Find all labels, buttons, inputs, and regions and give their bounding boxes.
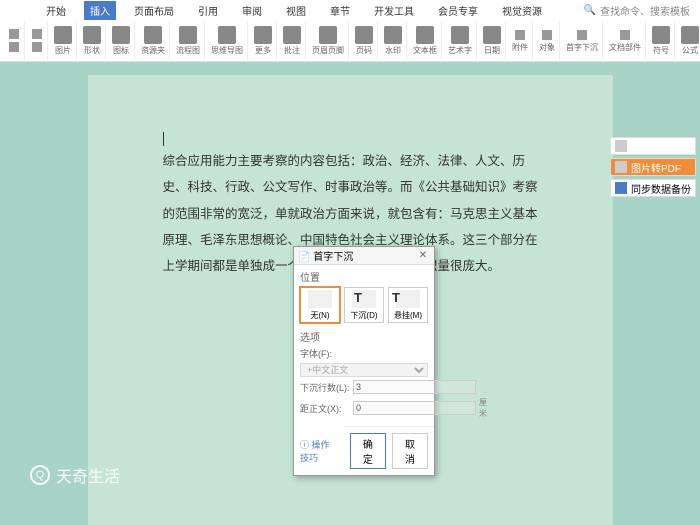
tab-dev[interactable]: 开发工具 [368,1,420,20]
tab-insert[interactable]: 插入 [84,1,116,20]
sync-icon [615,182,627,194]
ribbon-cut[interactable] [4,22,25,60]
document-canvas: 综合应用能力主要考察的内容包括：政治、经济、法律、人文、历史、科技、行政、公文写… [0,62,700,525]
ribbon-wordart[interactable]: 艺术字 [444,22,477,60]
ribbon-shape[interactable]: 形状 [79,22,106,60]
cancel-button[interactable]: 取消 [392,433,428,469]
side-panel: 图片转PDF 同步数据备份 [610,137,696,197]
sidepanel-label: 同步数据备份 [631,181,691,196]
tab-start[interactable]: 开始 [40,1,72,20]
dialog-title: 首字下沉 [313,252,353,263]
ribbon-comment[interactable]: 批注 [279,22,306,60]
ribbon-object[interactable]: 对象 [535,22,560,60]
ribbon-docparts[interactable]: 文档部件 [605,22,646,60]
options-section-label: 选项 [300,329,428,344]
ribbon-textbox[interactable]: 文本框 [409,22,442,60]
close-button[interactable]: ✕ [416,249,430,263]
ok-button[interactable]: 确定 [350,433,386,469]
ribbon-symbol[interactable]: 符号 [648,22,675,60]
dialog-titlebar[interactable]: 📄 首字下沉 ✕ [294,247,434,265]
ribbon-picture[interactable]: 图片 [50,22,77,60]
distance-unit: 厘米 [479,397,487,419]
ribbon-dropcap[interactable]: 首字下沉 [562,22,603,60]
text-cursor [163,132,164,146]
dropcap-dialog: 📄 首字下沉 ✕ 位置 无(N) T 下沉(D) T 悬挂(M) 选项 [293,246,435,476]
margin-icon: T [396,290,420,308]
sidepanel-label: 图片转PDF [631,160,681,175]
option-none[interactable]: 无(N) [300,287,340,323]
ribbon-icon[interactable]: 图标 [108,22,135,60]
tab-layout[interactable]: 页面布局 [128,1,180,20]
sidepanel-sync[interactable]: 同步数据备份 [610,179,696,197]
tab-view[interactable]: 视图 [280,1,312,20]
ribbon-headerfooter[interactable]: 页眉页脚 [308,22,349,60]
none-icon [308,290,332,308]
lines-input[interactable] [353,380,476,394]
option-dropped[interactable]: T 下沉(D) [344,287,384,323]
watermark-text: 天奇生活 [56,463,120,487]
ribbon-mindmap[interactable]: 思维导图 [207,22,248,60]
ribbon-date[interactable]: 日期 [479,22,506,60]
search-icon: 🔍 [584,5,596,16]
dialog-icon: 📄 [298,252,310,263]
ribbon-pagenumber[interactable]: 页码 [351,22,378,60]
ribbon-watermark[interactable]: 水印 [380,22,407,60]
ribbon-equation[interactable]: 公式 [677,22,700,60]
tips-link[interactable]: ⓘ 操作技巧 [294,434,344,468]
ribbon-more[interactable]: 更多 [250,22,277,60]
ribbon-attachment[interactable]: 附件 [508,22,533,60]
image-icon [615,161,627,173]
tab-review[interactable]: 审阅 [236,1,268,20]
search-placeholder: 查找命令、搜索模板 [600,3,690,18]
tab-section[interactable]: 章节 [324,1,356,20]
position-section-label: 位置 [300,269,428,284]
option-margin[interactable]: T 悬挂(M) [388,287,428,323]
sidepanel-img2pdf[interactable]: 图片转PDF [610,158,696,176]
tab-visual[interactable]: 视觉资源 [496,1,548,20]
doc-icon [615,140,627,152]
ribbon-flowchart[interactable]: 流程图 [172,22,205,60]
ribbon: 图片 形状 图标 资源夹 流程图 思维导图 更多 批注 页眉页脚 页码 水印 文… [0,20,700,62]
ribbon-copy[interactable] [27,22,48,60]
lines-label: 下沉行数(L): [300,381,350,394]
menu-bar: 开始 插入 页面布局 引用 审阅 视图 章节 开发工具 会员专享 视觉资源 🔍 … [0,0,700,20]
font-select[interactable]: +中文正文 [300,363,428,377]
watermark-icon: Q [30,465,50,485]
sidepanel-doc[interactable] [610,137,696,155]
dropped-icon: T [352,290,376,308]
tab-references[interactable]: 引用 [192,1,224,20]
search-box[interactable]: 🔍 查找命令、搜索模板 [584,3,690,18]
ribbon-resourcefolder[interactable]: 资源夹 [137,22,170,60]
tab-member[interactable]: 会员专享 [432,1,484,20]
distance-label: 距正文(X): [300,402,350,415]
watermark: Q 天奇生活 [30,463,120,487]
font-label: 字体(F): [300,347,350,360]
distance-input[interactable] [353,401,476,415]
